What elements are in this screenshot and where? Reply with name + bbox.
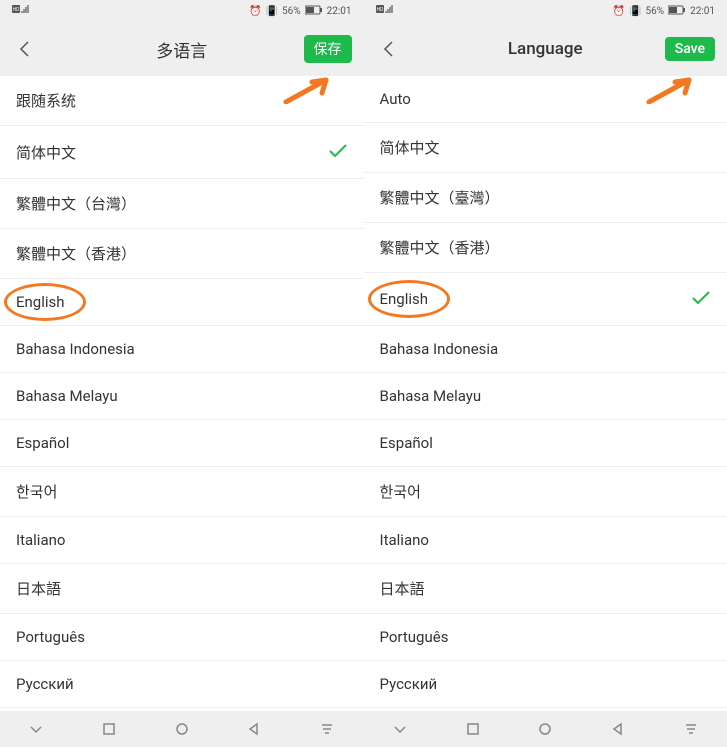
page-title: Language <box>508 39 583 59</box>
language-list-right: Auto 简体中文繁體中文（臺灣） 繁體中文（香港） English Bahasa In… <box>364 76 727 711</box>
language-item[interactable]: 繁體中文（香港） <box>0 229 364 279</box>
language-item[interactable]: 한국어 <box>364 467 727 517</box>
language-list-left: 跟随系统简体中文繁體中文（台灣） 繁體中文（香港） English Bahasa In… <box>0 76 364 711</box>
language-label: 跟随系统 <box>16 90 76 111</box>
language-item[interactable]: Italiano <box>0 517 364 564</box>
language-item[interactable]: English <box>0 279 364 326</box>
alarm-icon: ⏰ <box>613 6 625 17</box>
language-label: Português <box>380 628 449 646</box>
nav-home-icon[interactable] <box>174 721 190 737</box>
language-label: Italiano <box>16 531 65 549</box>
language-label: 简体中文 <box>16 142 76 163</box>
header: Language Save <box>364 22 727 76</box>
language-item[interactable]: Português <box>0 614 364 661</box>
language-label: Bahasa Melayu <box>16 387 118 405</box>
language-label: Русский <box>16 675 74 693</box>
vibrate-icon: 📳 <box>629 6 641 17</box>
nav-home-icon[interactable] <box>537 721 553 737</box>
back-button[interactable] <box>12 37 36 61</box>
language-item[interactable]: 繁體中文（臺灣） <box>364 173 727 223</box>
back-button[interactable] <box>376 37 400 61</box>
network-icon: HD <box>376 5 396 18</box>
page-title: 多语言 <box>156 37 207 62</box>
nav-back-icon[interactable] <box>246 721 262 737</box>
battery-text: 56% <box>282 6 301 17</box>
language-label: Español <box>380 434 433 452</box>
nav-back-icon[interactable] <box>610 721 626 737</box>
language-label: 日本語 <box>380 578 425 599</box>
language-item[interactable]: Bahasa Melayu <box>0 373 364 420</box>
nav-recent-icon[interactable] <box>465 721 481 737</box>
battery-icon <box>668 5 686 18</box>
annotation-arrow <box>282 76 336 104</box>
language-label: 简体中文 <box>380 137 440 158</box>
language-item[interactable]: Italiano <box>364 517 727 564</box>
language-item[interactable]: Русский <box>364 661 727 708</box>
status-right: ⏰ 📳 56% 22:01 <box>613 5 715 18</box>
language-item[interactable]: Español <box>0 420 364 467</box>
language-label: Bahasa Indonesia <box>16 340 135 358</box>
language-label: Bahasa Indonesia <box>380 340 499 358</box>
language-label: 한국어 <box>16 481 57 502</box>
status-bar: HD ⏰ 📳 56% 22:01 <box>364 0 727 22</box>
time-text: 22:01 <box>690 6 715 17</box>
nav-recent-icon[interactable] <box>101 721 117 737</box>
language-label: English <box>380 290 429 308</box>
language-label: English <box>16 293 65 311</box>
language-label: Português <box>16 628 85 646</box>
status-left: HD <box>376 5 396 18</box>
nav-dropdown-icon[interactable] <box>392 721 408 737</box>
check-icon <box>328 140 348 164</box>
language-item[interactable]: Português <box>364 614 727 661</box>
language-label: 繁體中文（香港） <box>16 243 136 264</box>
battery-icon <box>305 5 323 18</box>
language-item[interactable]: Русский <box>0 661 364 708</box>
nav-bar <box>0 711 364 747</box>
svg-text:HD: HD <box>376 7 383 13</box>
language-item[interactable]: Bahasa Indonesia <box>364 326 727 373</box>
language-label: Español <box>16 434 69 452</box>
status-left: HD <box>12 5 32 18</box>
annotation-arrow <box>645 76 699 104</box>
check-icon <box>691 287 711 311</box>
language-label: 한국어 <box>380 481 421 502</box>
header: 多语言 保存 <box>0 22 364 76</box>
language-label: 繁體中文（臺灣） <box>380 187 500 208</box>
language-item[interactable]: 繁體中文（台灣） <box>0 179 364 229</box>
language-item[interactable]: 한국어 <box>0 467 364 517</box>
language-item[interactable]: 简体中文 <box>364 123 727 173</box>
language-label: Русский <box>380 675 438 693</box>
language-item[interactable]: 日本語 <box>0 564 364 614</box>
language-item[interactable]: Bahasa Melayu <box>364 373 727 420</box>
battery-text: 56% <box>646 6 665 17</box>
nav-bar <box>364 711 727 747</box>
save-button[interactable]: 保存 <box>304 35 352 63</box>
language-item[interactable]: Bahasa Indonesia <box>0 326 364 373</box>
status-right: ⏰ 📳 56% 22:01 <box>249 5 351 18</box>
language-item[interactable]: 日本語 <box>364 564 727 614</box>
language-label: 日本語 <box>16 578 61 599</box>
alarm-icon: ⏰ <box>249 6 261 17</box>
language-item[interactable]: English <box>364 273 727 326</box>
language-label: 繁體中文（台灣） <box>16 193 136 214</box>
svg-text:HD: HD <box>13 7 20 13</box>
vibrate-icon: 📳 <box>266 6 278 17</box>
network-icon: HD <box>12 5 32 18</box>
phone-right: HD ⏰ 📳 56% 22:01 Language Save Auto 简体中文繁… <box>364 0 727 747</box>
nav-dropdown-icon[interactable] <box>28 721 44 737</box>
save-button[interactable]: Save <box>665 37 715 61</box>
language-label: Auto <box>380 90 411 108</box>
language-item[interactable]: 繁體中文（香港） <box>364 223 727 273</box>
nav-menu-icon[interactable] <box>319 721 335 737</box>
language-label: Italiano <box>380 531 429 549</box>
status-bar: HD ⏰ 📳 56% 22:01 <box>0 0 364 22</box>
language-item[interactable]: Español <box>364 420 727 467</box>
time-text: 22:01 <box>327 6 352 17</box>
language-label: Bahasa Melayu <box>380 387 482 405</box>
language-label: 繁體中文（香港） <box>380 237 500 258</box>
nav-menu-icon[interactable] <box>683 721 699 737</box>
language-item[interactable]: 简体中文 <box>0 126 364 179</box>
phone-left: HD ⏰ 📳 56% 22:01 多语言 保存 跟随系统简体中文繁體中文（台灣）… <box>0 0 364 747</box>
